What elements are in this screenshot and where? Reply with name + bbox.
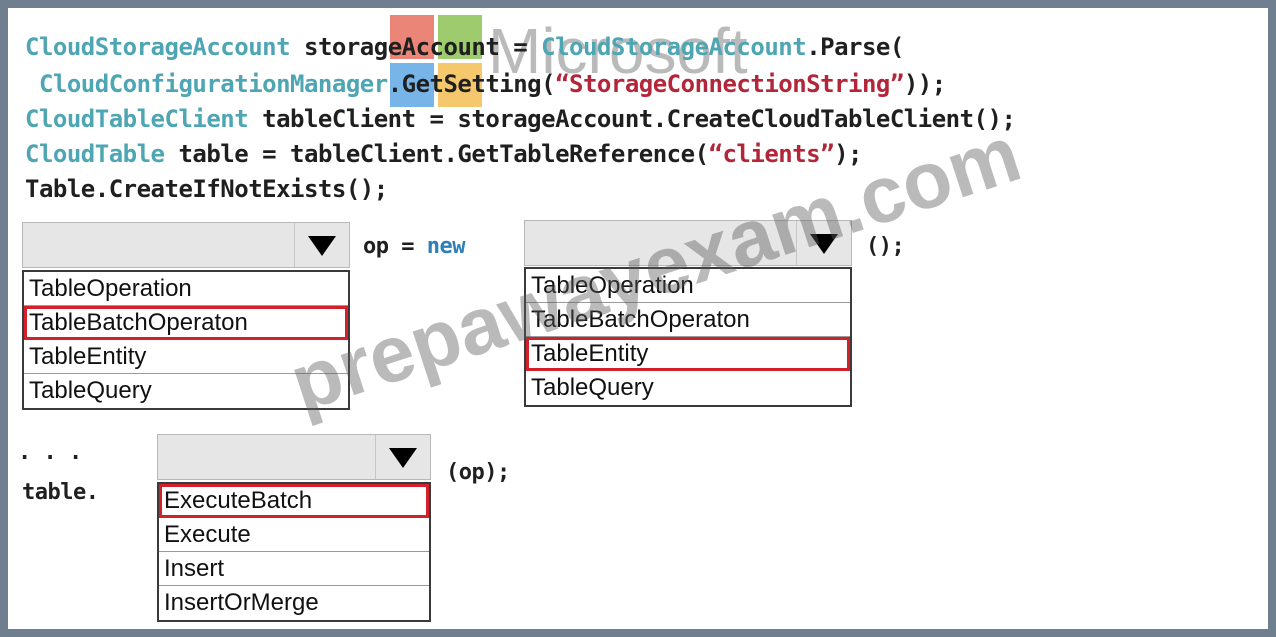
code-line-1: CloudStorageAccount storageAccount = Clo… [25,33,904,61]
code-text-token: op = [363,234,427,259]
option-table-entity[interactable]: TableEntity [526,337,850,371]
code-class-token: CloudTableClient [25,105,249,133]
dropdown-execute-method[interactable] [157,434,431,480]
code-op-call: (op); [446,460,510,485]
option-insert[interactable]: Insert [159,552,429,586]
code-string-token: “clients” [708,140,835,168]
code-text-token: table = tableClient.GetTableReference( [164,140,709,168]
code-table-prefix: table. [22,480,99,505]
code-ellipsis: . . . [18,440,82,465]
code-keyword-token: new [426,234,466,259]
option-execute[interactable]: Execute [159,518,429,552]
dropdown-operation-type[interactable] [22,222,350,268]
code-text-token: storageAccount = [290,33,542,61]
code-op-new: op = new [363,234,465,259]
code-class-token: CloudConfigurationManager [25,70,388,98]
option-table-batch-operation[interactable]: TableBatchOperaton [526,303,850,337]
code-line-3: CloudTableClient tableClient = storageAc… [25,105,1016,133]
option-table-entity[interactable]: TableEntity [24,340,348,374]
code-paren-end: (); [866,234,905,259]
option-table-operation[interactable]: TableOperation [526,269,850,303]
dropdown-execute-method-options: ExecuteBatch Execute Insert InsertOrMerg… [157,482,431,622]
code-line-5: Table.CreateIfNotExists(); [25,175,388,203]
dropdown-operation-type-options: TableOperation TableBatchOperaton TableE… [22,270,350,410]
dropdown-toggle[interactable] [375,435,430,479]
question-frame: Microsoft CloudStorageAccount storageAcc… [0,0,1276,637]
code-line-2: CloudConfigurationManager.GetSetting(“St… [25,70,946,98]
code-text-token: .GetSetting( [387,70,556,98]
option-table-query[interactable]: TableQuery [24,374,348,408]
option-insert-or-merge[interactable]: InsertOrMerge [159,586,429,620]
code-text-token: ); [834,140,862,168]
code-class-token: CloudStorageAccount [541,33,807,61]
dropdown-toggle[interactable] [796,221,851,265]
option-table-batch-operation[interactable]: TableBatchOperaton [24,306,348,340]
dropdown-toggle[interactable] [294,223,349,267]
code-class-token: CloudStorageAccount [25,33,291,61]
dropdown-constructor-type[interactable] [524,220,852,266]
option-table-query[interactable]: TableQuery [526,371,850,405]
triangle-down-icon [810,234,838,254]
code-text-token: )); [903,70,946,98]
code-line-4: CloudTable table = tableClient.GetTableR… [25,140,862,168]
dropdown-constructor-type-options: TableOperation TableBatchOperaton TableE… [524,267,852,407]
code-text-token: tableClient = storageAccount.CreateCloud… [248,105,1016,133]
option-execute-batch[interactable]: ExecuteBatch [159,484,429,518]
triangle-down-icon [308,236,336,256]
option-table-operation[interactable]: TableOperation [24,272,348,306]
triangle-down-icon [389,448,417,468]
code-string-token: “StorageConnectionString” [555,70,904,98]
code-class-token: CloudTable [25,140,165,168]
code-text-token: .Parse( [806,33,904,61]
